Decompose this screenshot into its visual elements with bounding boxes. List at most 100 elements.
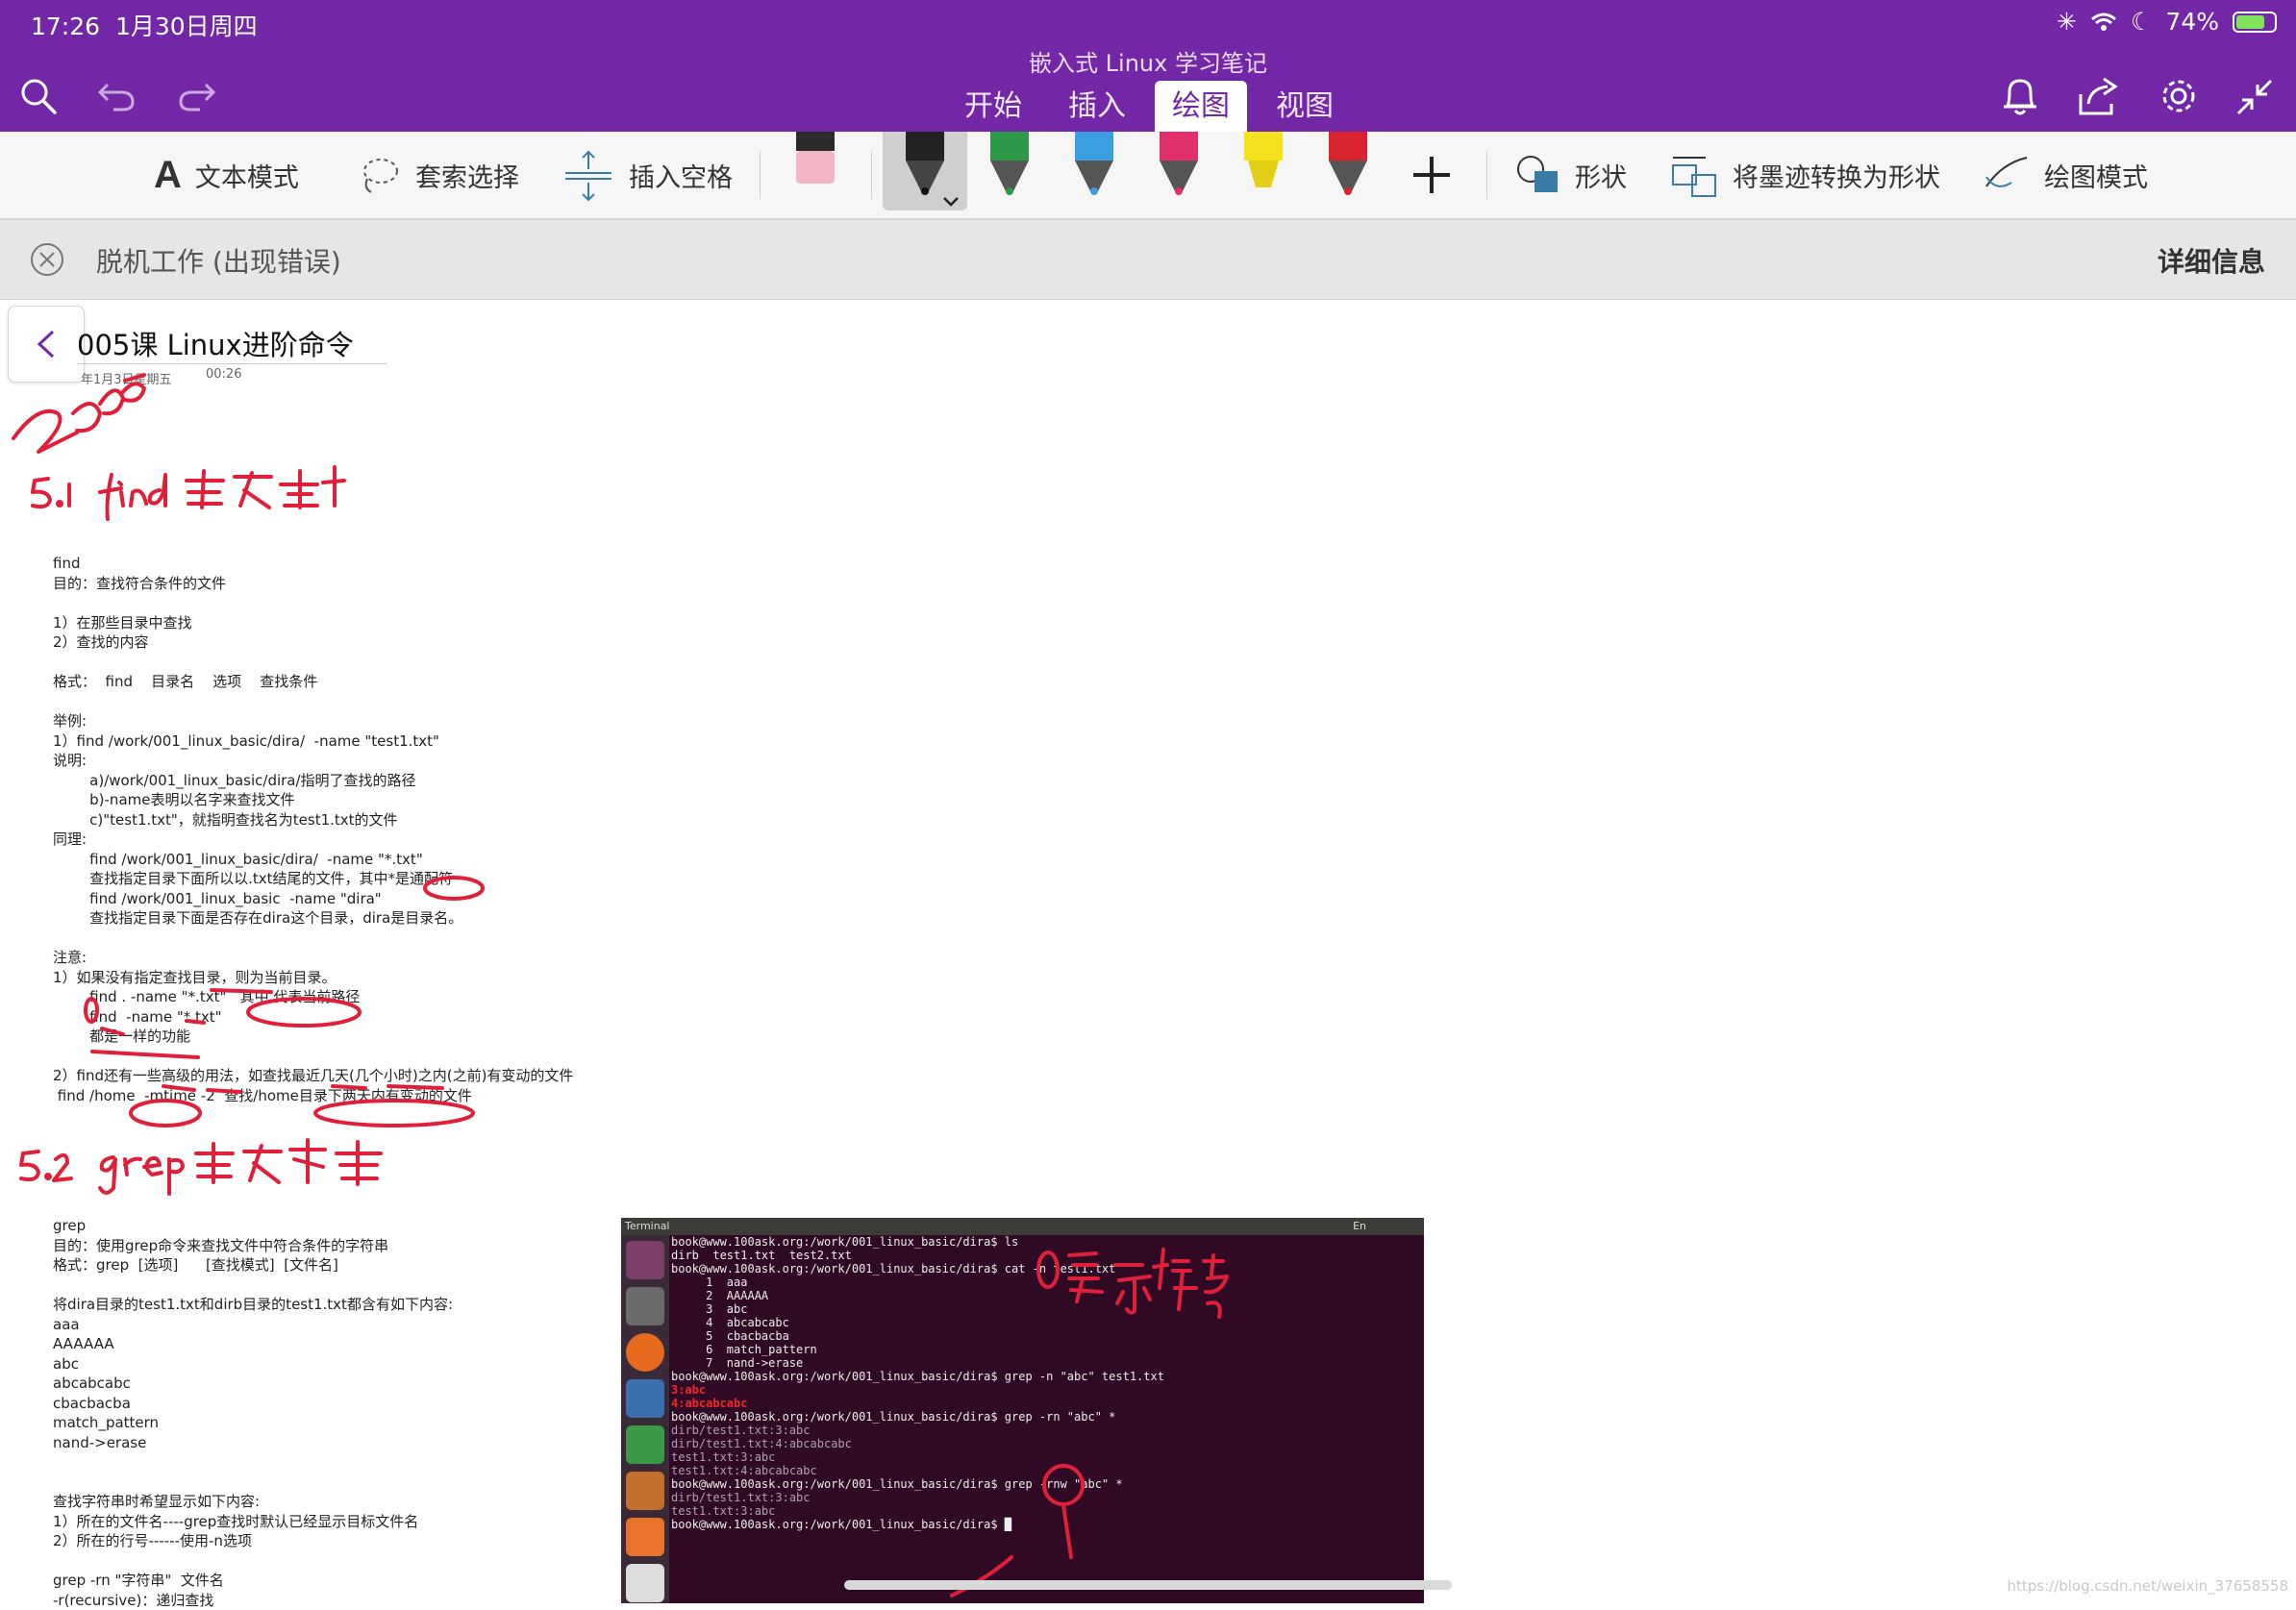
page-date: 年1月3日星期五: [81, 369, 172, 387]
details-link[interactable]: 详细信息: [2158, 241, 2265, 280]
chevron-left-icon: [34, 328, 59, 360]
terminal-line: book@www.100ask.org:/work/001_linux_basi…: [671, 1477, 1164, 1491]
draw-mode-button[interactable]: 绘图模式: [1983, 132, 2148, 218]
tab-view[interactable]: 视图: [1259, 81, 1351, 132]
note-line: 举例:: [53, 711, 573, 731]
terminal-line: 3:abc: [671, 1383, 1164, 1397]
note-line: nand->erase: [53, 1433, 453, 1453]
moon-icon: ☾: [2131, 8, 2152, 36]
search-icon[interactable]: [19, 77, 58, 115]
note-line: 将dira目录的test1.txt和dirb目录的test1.txt都含有如下内…: [53, 1295, 453, 1315]
pen-blue-icon[interactable]: [1069, 132, 1119, 199]
note-line: [53, 929, 573, 949]
bell-icon[interactable]: [2000, 75, 2040, 117]
note-line: 1）所在的文件名----grep查找时默认已经显示目标文件名: [53, 1512, 453, 1532]
tab-draw[interactable]: 绘图: [1155, 81, 1247, 132]
shapes-button[interactable]: 形状: [1515, 132, 1627, 218]
share-icon[interactable]: [2077, 75, 2121, 117]
text-mode-button[interactable]: A 文本模式: [154, 132, 299, 218]
battery-percent: 74%: [2165, 8, 2219, 36]
note-line: a)/work/001_linux_basic/dira/指明了查找的路径: [53, 771, 573, 791]
firefox-icon: [626, 1333, 664, 1372]
gear-icon[interactable]: [2158, 75, 2200, 117]
status-time: 17:26 1月30日周四: [31, 8, 258, 42]
tab-home[interactable]: 开始: [947, 81, 1039, 132]
note-line: AAAAAA: [53, 1334, 453, 1354]
terminal-line: dirb/test1.txt:4:abcabcabc: [671, 1437, 1164, 1450]
eraser-icon[interactable]: [790, 132, 840, 191]
pen-green-icon[interactable]: [985, 132, 1035, 199]
chevron-down-icon[interactable]: [942, 195, 960, 209]
redo-icon[interactable]: [177, 79, 217, 113]
back-button[interactable]: [8, 306, 85, 383]
note-line: [53, 1047, 573, 1067]
highlighter-yellow-icon[interactable]: [1238, 132, 1288, 199]
lasso-icon: [360, 154, 402, 196]
note-line: [53, 653, 573, 673]
ubuntu-launcher: [621, 1235, 669, 1603]
note-line: 说明:: [53, 751, 573, 771]
note-line: 2）find还有一些高级的用法，如查找最近几天(几个小时)之内(之前)有变动的文…: [53, 1066, 573, 1086]
terminal-line: book@www.100ask.org:/work/001_linux_basi…: [671, 1370, 1164, 1383]
page-title[interactable]: 005课 Linux进阶命令: [77, 323, 354, 363]
terminal-line: 1 aaa: [671, 1276, 1164, 1289]
note-line: 2）查找的内容: [53, 632, 573, 653]
ink-to-shape-button[interactable]: 将墨迹转换为形状: [1669, 132, 1940, 218]
lasso-select-button[interactable]: 套索选择: [360, 132, 519, 218]
terminal-line: test1.txt:3:abc: [671, 1504, 1164, 1518]
terminal-line: 6 match_pattern: [671, 1343, 1164, 1356]
home-indicator[interactable]: [844, 1580, 1452, 1590]
terminal-screenshot: Terminal En book@www.100ask.org:/work/00…: [621, 1218, 1424, 1603]
terminal-line: book@www.100ask.org:/work/001_linux_basi…: [671, 1235, 1164, 1249]
writer-icon: [626, 1379, 664, 1418]
close-icon[interactable]: [29, 241, 65, 278]
note-line: 注意:: [53, 948, 573, 968]
pen-black-icon[interactable]: [900, 132, 950, 199]
note-line: 查找指定目录下面所以以.txt结尾的文件，其中*是通配符: [53, 869, 573, 889]
note-line: abc: [53, 1354, 453, 1375]
watermark: https://blog.csdn.net/weixin_37658558: [2007, 1577, 2288, 1595]
pen-pink-icon[interactable]: [1154, 132, 1204, 199]
note-line: [53, 1452, 453, 1473]
note-line: 2）所在的行号------使用-n选项: [53, 1531, 453, 1551]
terminal-line: 5 cbacbacba: [671, 1329, 1164, 1343]
note-line: [53, 1551, 453, 1572]
terminal-line: 2 AAAAAA: [671, 1289, 1164, 1302]
amazon-icon: [626, 1564, 664, 1602]
insert-space-button[interactable]: 插入空格: [562, 132, 733, 218]
note-line: [53, 1276, 453, 1296]
note-line: grep: [53, 1216, 453, 1236]
wifi-icon: [2090, 12, 2117, 33]
note-line: 查找指定目录下面是否存在dira这个目录，dira是目录名。: [53, 908, 573, 929]
software-center-icon: [626, 1518, 664, 1556]
note-line: find /work/001_linux_basic/dira/ -name "…: [53, 850, 573, 870]
note-line: find: [53, 554, 573, 574]
grep-notes[interactable]: grep目的：使用grep命令来查找文件中符合条件的字符串格式：grep [选项…: [53, 1216, 453, 1610]
impress-icon: [626, 1472, 664, 1510]
draw-mode-icon: [1983, 154, 2031, 196]
add-pen-icon[interactable]: [1410, 153, 1454, 197]
terminal-line: 4 abcabcabc: [671, 1316, 1164, 1329]
note-line: find -name "*.txt": [53, 1007, 573, 1028]
document-title: 嵌入式 Linux 学习笔记: [0, 44, 2296, 78]
pen-red-icon[interactable]: [1323, 132, 1373, 199]
collapse-icon[interactable]: [2234, 77, 2275, 117]
note-line: c)"test1.txt"，就指明查找名为test1.txt的文件: [53, 810, 573, 830]
undo-icon[interactable]: [96, 79, 137, 113]
find-notes[interactable]: find目的：查找符合条件的文件1）在那些目录中查找2）查找的内容格式： fin…: [53, 554, 573, 1105]
calc-icon: [626, 1425, 664, 1464]
note-line: cbacbacba: [53, 1394, 453, 1414]
page-time: 00:26: [206, 367, 241, 382]
terminal-titlebar: Terminal En: [621, 1218, 1424, 1235]
battery-icon: [2233, 12, 2277, 33]
note-line: grep -rn "字符串" 文件名: [53, 1571, 453, 1591]
terminal-output: book@www.100ask.org:/work/001_linux_basi…: [671, 1235, 1164, 1531]
loading-icon: ✳: [2057, 8, 2077, 36]
offline-banner: 脱机工作 (出现错误) 详细信息: [0, 219, 2296, 300]
terminal-line: dirb/test1.txt:3:abc: [671, 1491, 1164, 1504]
shapes-icon: [1515, 154, 1561, 196]
note-line: [53, 692, 573, 712]
note-line: 1）find /work/001_linux_basic/dira/ -name…: [53, 731, 573, 752]
note-line: find /work/001_linux_basic -name "dira": [53, 889, 573, 909]
tab-insert[interactable]: 插入: [1051, 81, 1143, 132]
